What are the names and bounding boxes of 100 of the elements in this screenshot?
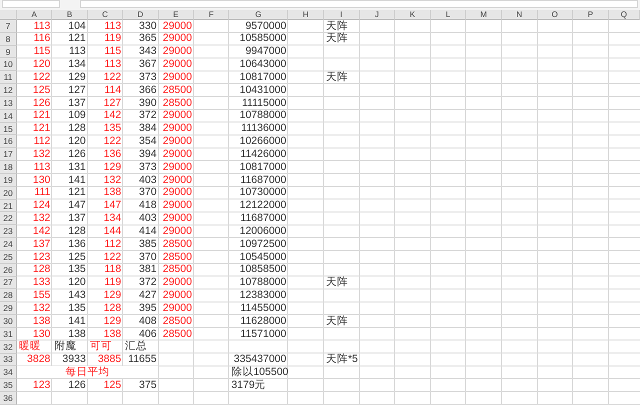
table-cell-text: 29000 [162,110,193,123]
row-header[interactable]: 20 [0,186,17,200]
table-cell-text: 373 [138,71,158,84]
table-cell-text: 10972500 [238,238,288,251]
row-header[interactable]: 33 [0,354,17,366]
table-cell-text: 138 [102,186,122,200]
table-cell-text: 330 [138,20,158,33]
table-cell-text: 122 [102,135,122,148]
name-box[interactable] [2,0,60,8]
row-header[interactable]: 29 [0,302,17,316]
table-cell-text: 129 [67,71,87,84]
table-cell-text: 128 [102,302,122,316]
table-cell-text: 114 [103,84,122,97]
column-header[interactable]: C [88,10,124,20]
row-header[interactable]: 7 [0,20,17,33]
table-cell-text: 129 [102,161,122,174]
table-cell-text: 3933 [61,354,87,366]
row-header[interactable]: 28 [0,289,17,302]
table-cell-text: 12383000 [238,289,288,302]
column-header[interactable]: O [538,10,574,20]
column-header[interactable]: I [324,10,360,20]
row-header[interactable]: 9 [0,46,17,58]
table-cell-text: 121 [67,186,87,200]
table-cell-text: 126 [67,148,87,162]
row-header[interactable]: 26 [0,264,17,277]
table-cell-text: 366 [138,84,158,97]
table-cell-text: 122 [32,71,52,84]
table-cell-text: 11655 [127,354,158,366]
row-header[interactable]: 34 [0,366,17,380]
row-header[interactable]: 13 [0,96,17,110]
select-all-corner[interactable] [0,10,17,20]
table-cell-text: 138 [32,315,52,328]
table-cell-text: 12006000 [238,225,288,238]
table-cell-text: 354 [138,135,158,148]
table-cell-text: 127 [67,84,87,97]
table-cell-text: 10545000 [238,250,288,264]
table-cell-text: 11426000 [239,148,288,162]
table-cell-text: 370 [138,250,158,264]
table-cell-text: 132 [32,212,52,226]
table-cell-text: 381 [138,264,158,277]
row-header[interactable]: 35 [0,379,17,392]
column-header[interactable]: B [52,10,88,20]
row-header[interactable]: 36 [0,392,17,405]
row-header[interactable]: 30 [0,315,17,328]
table-cell-text: 11571000 [239,328,288,341]
row-header[interactable]: 27 [0,276,17,290]
row-header[interactable]: 10 [0,58,17,72]
column-header[interactable]: E [158,10,194,20]
table-cell-text: 116 [32,32,52,46]
table-cell-text: 142 [102,110,122,123]
table-cell-text: 113 [68,46,87,58]
column-header[interactable]: N [502,10,538,20]
table-cell-text: 124 [32,200,52,212]
row-header[interactable]: 32 [0,340,17,354]
row-header[interactable]: 31 [0,328,17,341]
column-header[interactable]: P [573,10,609,20]
row-header[interactable]: 21 [0,200,17,212]
table-cell-text: 390 [138,96,158,110]
column-header[interactable]: K [395,10,431,20]
row-header[interactable]: 14 [0,110,17,123]
table-cell-text: 10858500 [238,264,288,277]
table-cell-text: 125 [32,84,52,97]
row-header[interactable]: 23 [0,225,17,238]
column-header[interactable]: F [194,10,230,20]
table-cell-text: 121 [32,110,52,123]
row-header[interactable]: 18 [0,161,17,174]
column-header[interactable]: A [17,10,52,20]
column-header[interactable]: H [288,10,324,20]
table-cell-text: 10817000 [238,161,288,174]
table-cell-text: 29000 [162,225,193,238]
table-cell-text: 131 [67,161,87,174]
table-cell-text: 天阵 [324,20,349,32]
table-cell-text: 136 [67,238,87,251]
table-cell-text: 28500 [162,264,193,277]
column-header[interactable]: G [229,10,288,20]
table-cell-text: 11687000 [239,174,288,187]
table-cell-text: 375 [138,379,158,392]
column-header[interactable]: L [430,10,466,20]
row-header[interactable]: 15 [0,122,17,136]
table-cell-text: 147 [67,200,87,212]
row-header[interactable]: 8 [0,32,17,46]
column-header[interactable]: M [466,10,502,20]
table-cell-text: 天阵 [324,71,349,84]
row-header[interactable]: 17 [0,148,17,162]
table-cell-text: 9570000 [244,20,288,33]
column-header[interactable]: J [360,10,396,20]
row-header[interactable]: 12 [0,84,17,97]
table-cell-text: 134 [67,58,87,72]
column-header[interactable]: Q [608,10,640,20]
table-cell-text: 123 [32,250,52,264]
column-header[interactable]: D [123,10,159,20]
row-header[interactable]: 22 [0,212,17,226]
row-header[interactable]: 24 [0,238,17,251]
table-cell-text: 119 [103,32,122,46]
row-header[interactable]: 25 [0,250,17,264]
row-header[interactable]: 16 [0,135,17,148]
table-cell-text: 127 [102,96,122,110]
row-header[interactable]: 11 [0,71,17,84]
table-cell-text: 天阵 [324,315,349,328]
row-header[interactable]: 19 [0,174,17,187]
